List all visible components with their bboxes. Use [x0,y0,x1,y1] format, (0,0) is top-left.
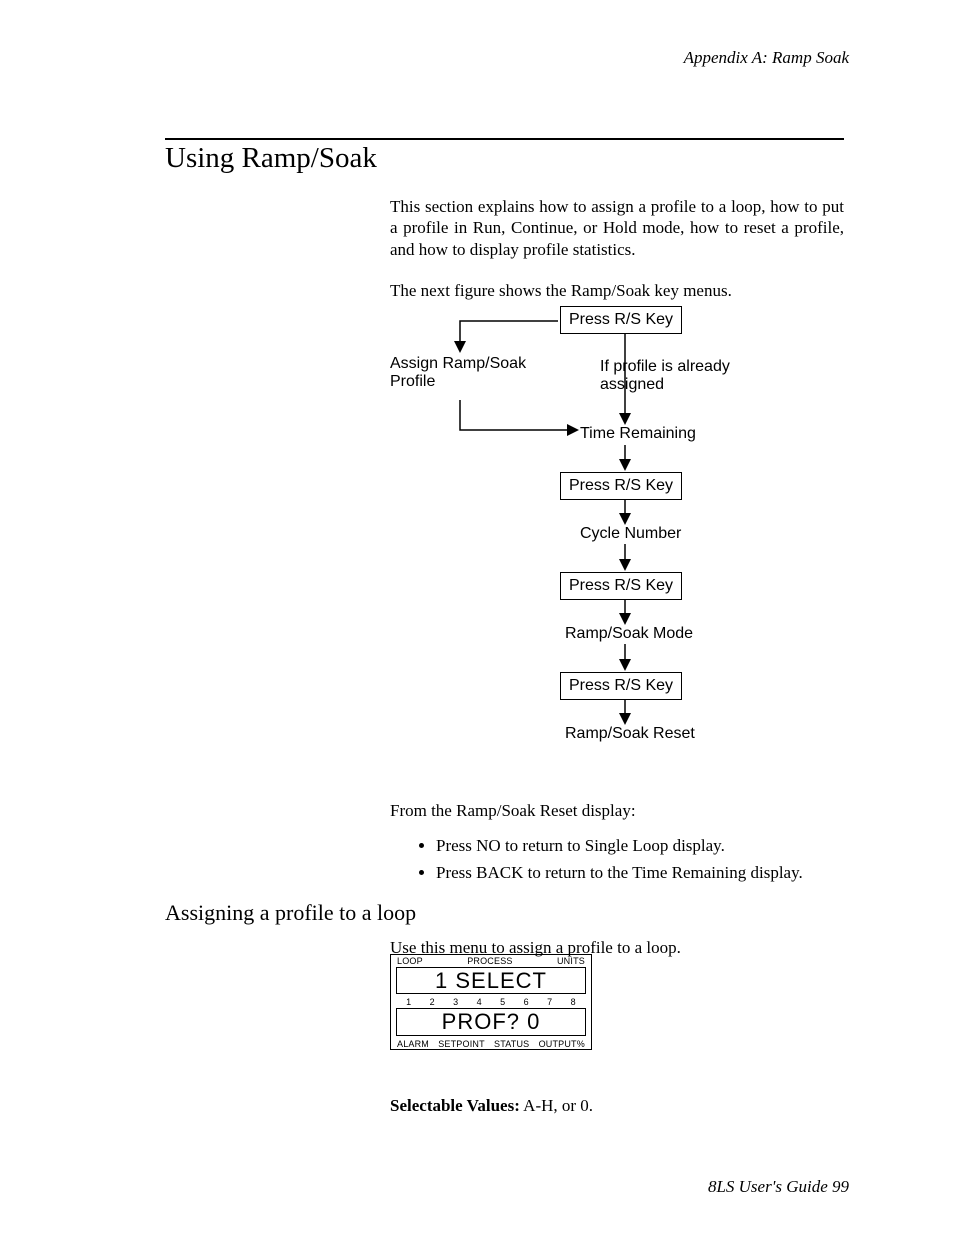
intro-paragraph-2: The next figure shows the Ramp/Soak key … [390,280,844,301]
flow-if-assigned-label: If profile is already assigned [600,358,730,394]
n8: 8 [562,997,586,1007]
lbl-process: PROCESS [467,956,512,966]
after-flow-text: From the Ramp/Soak Reset display: [390,800,844,821]
n4: 4 [468,997,492,1007]
page-title: Using Ramp/Soak [165,142,377,175]
n6: 6 [515,997,539,1007]
lbl-loop: LOOP [397,956,423,966]
ramp-soak-flowchart: Press R/S Key Assign Ramp/Soak Profile I… [390,300,860,810]
flow-press2-box: Press R/S Key [560,472,682,500]
n5: 5 [491,997,515,1007]
flow-if-l2: assigned [600,376,664,393]
flow-time-remaining: Time Remaining [580,425,696,443]
lbl-units: UNITS [557,956,585,966]
bullet-back: Press BACK to return to the Time Remaini… [436,859,844,886]
n1: 1 [397,997,421,1007]
lcd-device-panel: LOOP PROCESS UNITS 1 SELECT 1 2 3 4 5 6 … [390,954,592,1050]
flow-cycle-number: Cycle Number [580,525,681,543]
n2: 2 [421,997,445,1007]
lcd-line-1: 1 SELECT [396,967,586,994]
lcd-line-2: PROF? 0 [396,1008,586,1035]
lcd-mid-numbers: 1 2 3 4 5 6 7 8 [391,996,591,1007]
selectable-values: A-H, or 0. [520,1096,593,1115]
lbl-output: OUTPUT% [539,1039,585,1049]
reset-display-options: Press NO to return to Single Loop displa… [408,832,844,886]
running-header: Appendix A: Ramp Soak [684,48,849,68]
n3: 3 [444,997,468,1007]
flow-press3-box: Press R/S Key [560,572,682,600]
lcd-top-labels: LOOP PROCESS UNITS [391,955,591,966]
n7: 7 [538,997,562,1007]
selectable-values-label: Selectable Values: [390,1096,520,1115]
lbl-alarm: ALARM [397,1039,429,1049]
intro-paragraph-1: This section explains how to assign a pr… [390,196,844,260]
flow-start-box: Press R/S Key [560,306,682,334]
lbl-setpoint: SETPOINT [438,1039,485,1049]
section-heading-assign: Assigning a profile to a loop [165,900,416,926]
flow-reset: Ramp/Soak Reset [565,725,695,743]
section-rule [165,138,844,140]
flow-assign-label: Assign Ramp/Soak Profile [390,355,526,391]
flow-mode: Ramp/Soak Mode [565,625,693,643]
flow-if-l1: If profile is already [600,358,730,375]
lcd-bottom-labels: ALARM SETPOINT STATUS OUTPUT% [391,1038,591,1049]
flow-assign-l2: Profile [390,373,435,390]
bullet-no: Press NO to return to Single Loop displa… [436,832,844,859]
flow-press4-box: Press R/S Key [560,672,682,700]
page-footer: 8LS User's Guide 99 [708,1177,849,1197]
lbl-status: STATUS [494,1039,529,1049]
flow-assign-l1: Assign Ramp/Soak [390,355,526,372]
